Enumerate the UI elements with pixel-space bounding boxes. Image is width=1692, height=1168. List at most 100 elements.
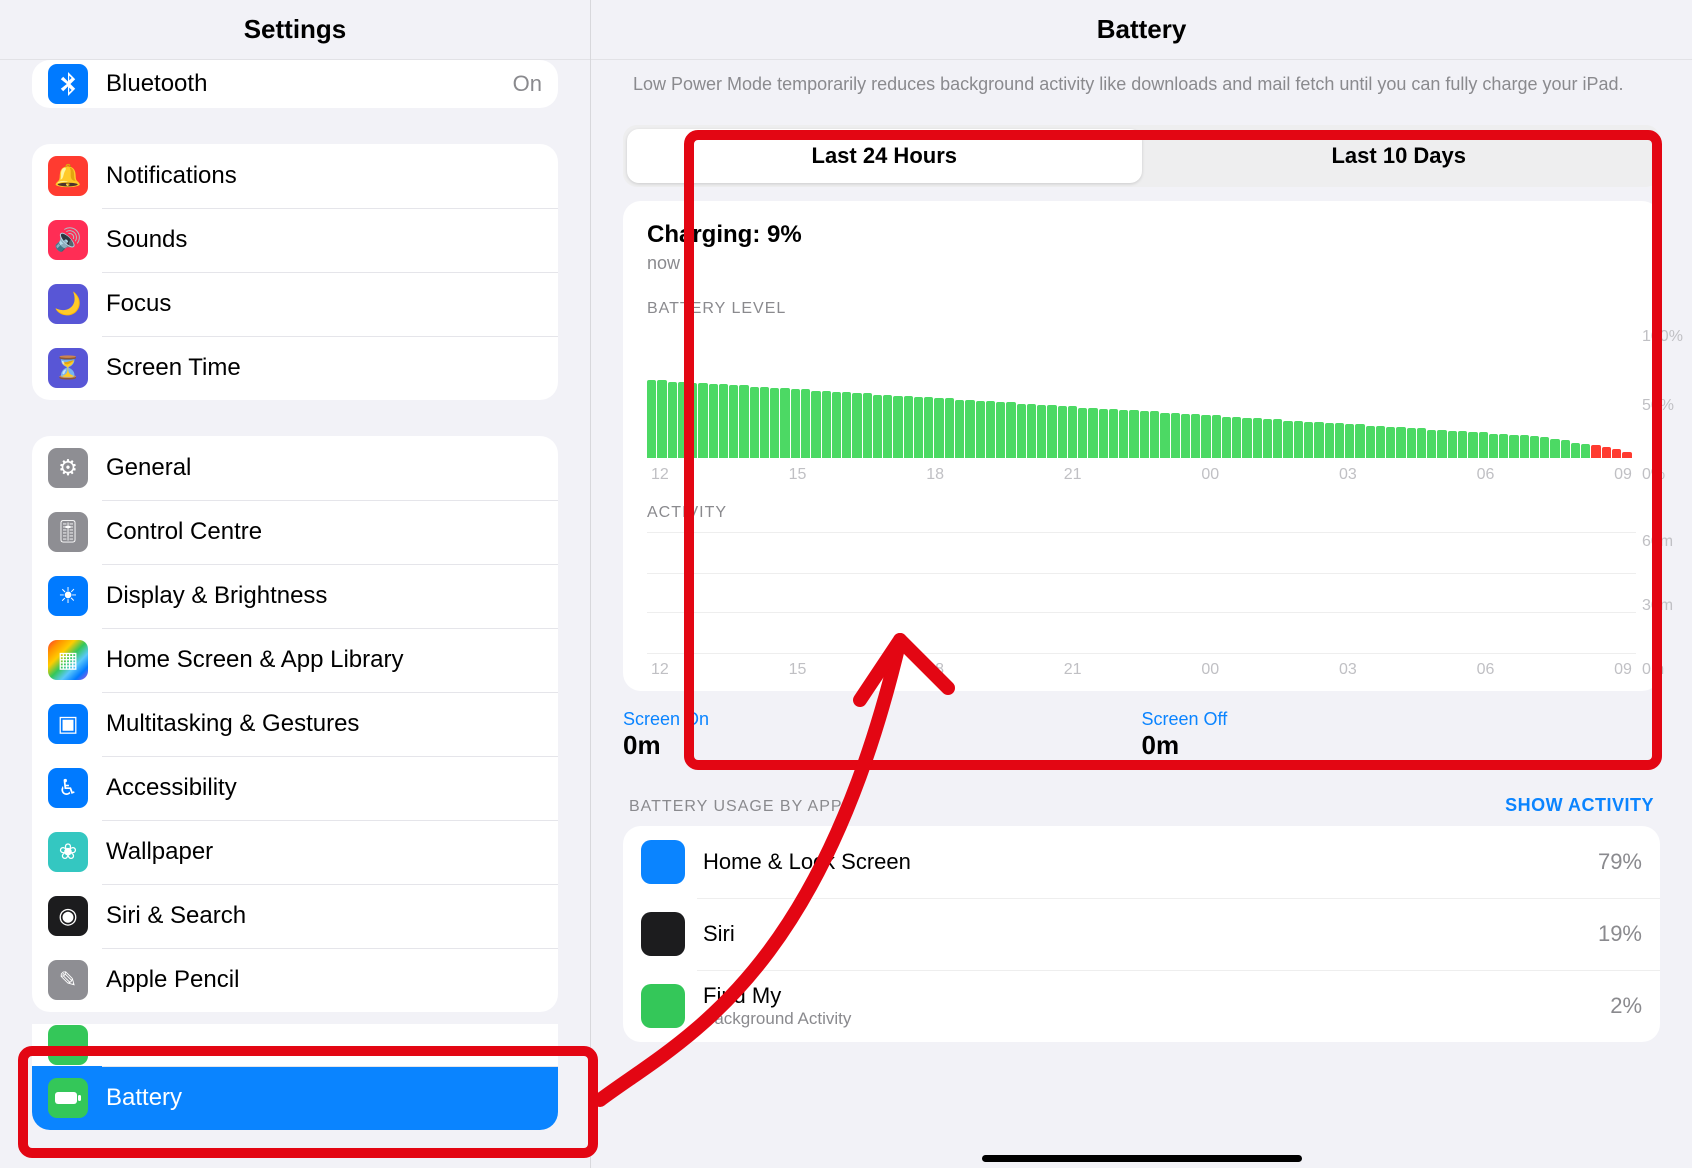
show-activity-link[interactable]: SHOW ACTIVITY bbox=[1505, 795, 1654, 816]
sidebar-item-label: Wallpaper bbox=[106, 838, 542, 866]
battery-bar bbox=[1325, 423, 1334, 458]
sidebar-item-focus[interactable]: 🌙 Focus bbox=[32, 272, 558, 336]
battery-bar bbox=[1591, 445, 1600, 458]
sidebar-item-label: Control Centre bbox=[106, 518, 542, 546]
sidebar-item-bluetooth[interactable]: Bluetooth On bbox=[32, 60, 558, 108]
battery-bar bbox=[1181, 414, 1190, 458]
home-indicator[interactable] bbox=[982, 1155, 1302, 1162]
battery-bar bbox=[1078, 408, 1087, 459]
battery-bar bbox=[1171, 413, 1180, 459]
sidebar-item-control-centre[interactable]: 🎚 Control Centre bbox=[32, 500, 558, 564]
battery-bar bbox=[750, 387, 759, 459]
battery-bar bbox=[1386, 427, 1395, 458]
battery-bar bbox=[1581, 444, 1590, 458]
battery-bar bbox=[1150, 411, 1159, 458]
sidebar-item-label: Display & Brightness bbox=[106, 582, 542, 610]
battery-bar bbox=[863, 393, 872, 458]
app-row-find-my[interactable]: Find My Background Activity 2% bbox=[623, 970, 1660, 1042]
sidebar-item-general[interactable]: ⚙︎ General bbox=[32, 436, 558, 500]
battery-bar bbox=[729, 385, 738, 458]
sidebar-item-wallpaper[interactable]: ❀ Wallpaper bbox=[32, 820, 558, 884]
sidebar-item-screen-time[interactable]: ⏳ Screen Time bbox=[32, 336, 558, 400]
battery-bar bbox=[1058, 406, 1067, 458]
usage-by-app-title: BATTERY USAGE BY APP bbox=[629, 798, 843, 816]
battery-bar bbox=[698, 383, 707, 458]
battery-bar bbox=[760, 387, 769, 459]
sidebar-item-siri-search[interactable]: ◉ Siri & Search bbox=[32, 884, 558, 948]
segment-last-10d[interactable]: Last 10 Days bbox=[1142, 129, 1657, 183]
battery-bar bbox=[996, 402, 1005, 458]
battery-bar bbox=[904, 396, 913, 458]
pencil-icon: ✎ bbox=[48, 960, 88, 1000]
sidebar-item-label: Sounds bbox=[106, 226, 542, 254]
sidebar-item-label: Screen Time bbox=[106, 354, 542, 382]
battery-bar bbox=[945, 398, 954, 458]
battery-bar bbox=[801, 389, 810, 458]
battery-bar bbox=[668, 382, 677, 459]
sidebar-item-apple-pencil[interactable]: ✎ Apple Pencil bbox=[32, 948, 558, 1012]
battery-level-label: BATTERY LEVEL bbox=[647, 300, 1636, 318]
battery-bar bbox=[1427, 430, 1436, 459]
battery-bar bbox=[976, 401, 985, 458]
battery-bar bbox=[709, 384, 718, 458]
usage-summary: Screen On 0m Screen Off 0m bbox=[623, 709, 1660, 761]
settings-sidebar: Settings Bluetooth On 🔔 Notifications🔊 S… bbox=[0, 0, 590, 1168]
battery-bar bbox=[955, 400, 964, 459]
battery-bar bbox=[1612, 449, 1621, 458]
battery-bar bbox=[1550, 439, 1559, 459]
sidebar-item-multitasking-gestures[interactable]: ▣ Multitasking & Gestures bbox=[32, 692, 558, 756]
battery-bar bbox=[1304, 422, 1313, 458]
timeframe-segment: Last 24 Hours Last 10 Days bbox=[623, 125, 1660, 187]
battery-bar bbox=[1561, 440, 1570, 458]
battery-bar bbox=[1283, 421, 1292, 459]
battery-bar bbox=[1109, 409, 1118, 458]
sidebar-item-battery[interactable]: Battery bbox=[32, 1066, 558, 1130]
sidebar-item-home-screen-app-library[interactable]: ▦ Home Screen & App Library bbox=[32, 628, 558, 692]
battery-bar bbox=[1602, 447, 1611, 459]
battery-bar bbox=[1242, 418, 1251, 458]
gear-icon: ⚙︎ bbox=[48, 448, 88, 488]
sidebar-item-accessibility[interactable]: ♿︎ Accessibility bbox=[32, 756, 558, 820]
battery-bar bbox=[1294, 421, 1303, 459]
battery-bar bbox=[791, 389, 800, 458]
battery-bar bbox=[1489, 434, 1498, 459]
sidebar-item-touchid[interactable] bbox=[32, 1024, 558, 1066]
segment-last-24h[interactable]: Last 24 Hours bbox=[627, 129, 1142, 183]
app-row-siri[interactable]: Siri 19% bbox=[623, 898, 1660, 970]
battery-bar bbox=[1201, 415, 1210, 458]
sidebar-item-label: Focus bbox=[106, 290, 542, 318]
battery-bar bbox=[1253, 418, 1262, 458]
battery-bar bbox=[1140, 411, 1149, 458]
battery-bar bbox=[1191, 414, 1200, 458]
app-icon bbox=[641, 912, 685, 956]
battery-icon bbox=[48, 1078, 88, 1118]
app-pct: 19% bbox=[1598, 921, 1642, 947]
battery-detail: Battery Low Power Mode temporarily reduc… bbox=[590, 0, 1692, 1168]
sidebar-item-sounds[interactable]: 🔊 Sounds bbox=[32, 208, 558, 272]
battery-bar bbox=[1160, 413, 1169, 459]
sidebar-item-notifications[interactable]: 🔔 Notifications bbox=[32, 144, 558, 208]
sidebar-item-value: On bbox=[513, 71, 542, 97]
battery-bar bbox=[657, 380, 666, 458]
battery-bar bbox=[1017, 404, 1026, 459]
fingerprint-icon bbox=[48, 1025, 88, 1065]
app-pct: 2% bbox=[1610, 993, 1642, 1019]
battery-bar bbox=[1006, 402, 1015, 458]
battery-bar bbox=[893, 396, 902, 458]
battery-bar bbox=[1437, 430, 1446, 459]
low-power-note: Low Power Mode temporarily reduces backg… bbox=[623, 60, 1660, 125]
app-sub: Background Activity bbox=[703, 1009, 1610, 1029]
battery-bar bbox=[780, 388, 789, 458]
sidebar-item-label: Bluetooth bbox=[106, 70, 513, 98]
battery-bar bbox=[1355, 424, 1364, 458]
app-row-home-lock-screen[interactable]: Home & Lock Screen 79% bbox=[623, 826, 1660, 898]
battery-bar bbox=[678, 382, 687, 459]
activity-label: ACTIVITY bbox=[647, 504, 1636, 522]
battery-bar bbox=[842, 392, 851, 458]
sidebar-item-display-brightness[interactable]: ☀︎ Display & Brightness bbox=[32, 564, 558, 628]
battery-bar bbox=[1622, 452, 1631, 459]
battery-level-chart: 100%50%0% 1215182100030609 bbox=[647, 328, 1636, 484]
app-pct: 79% bbox=[1598, 849, 1642, 875]
battery-bar bbox=[852, 393, 861, 458]
battery-bar bbox=[1376, 426, 1385, 459]
